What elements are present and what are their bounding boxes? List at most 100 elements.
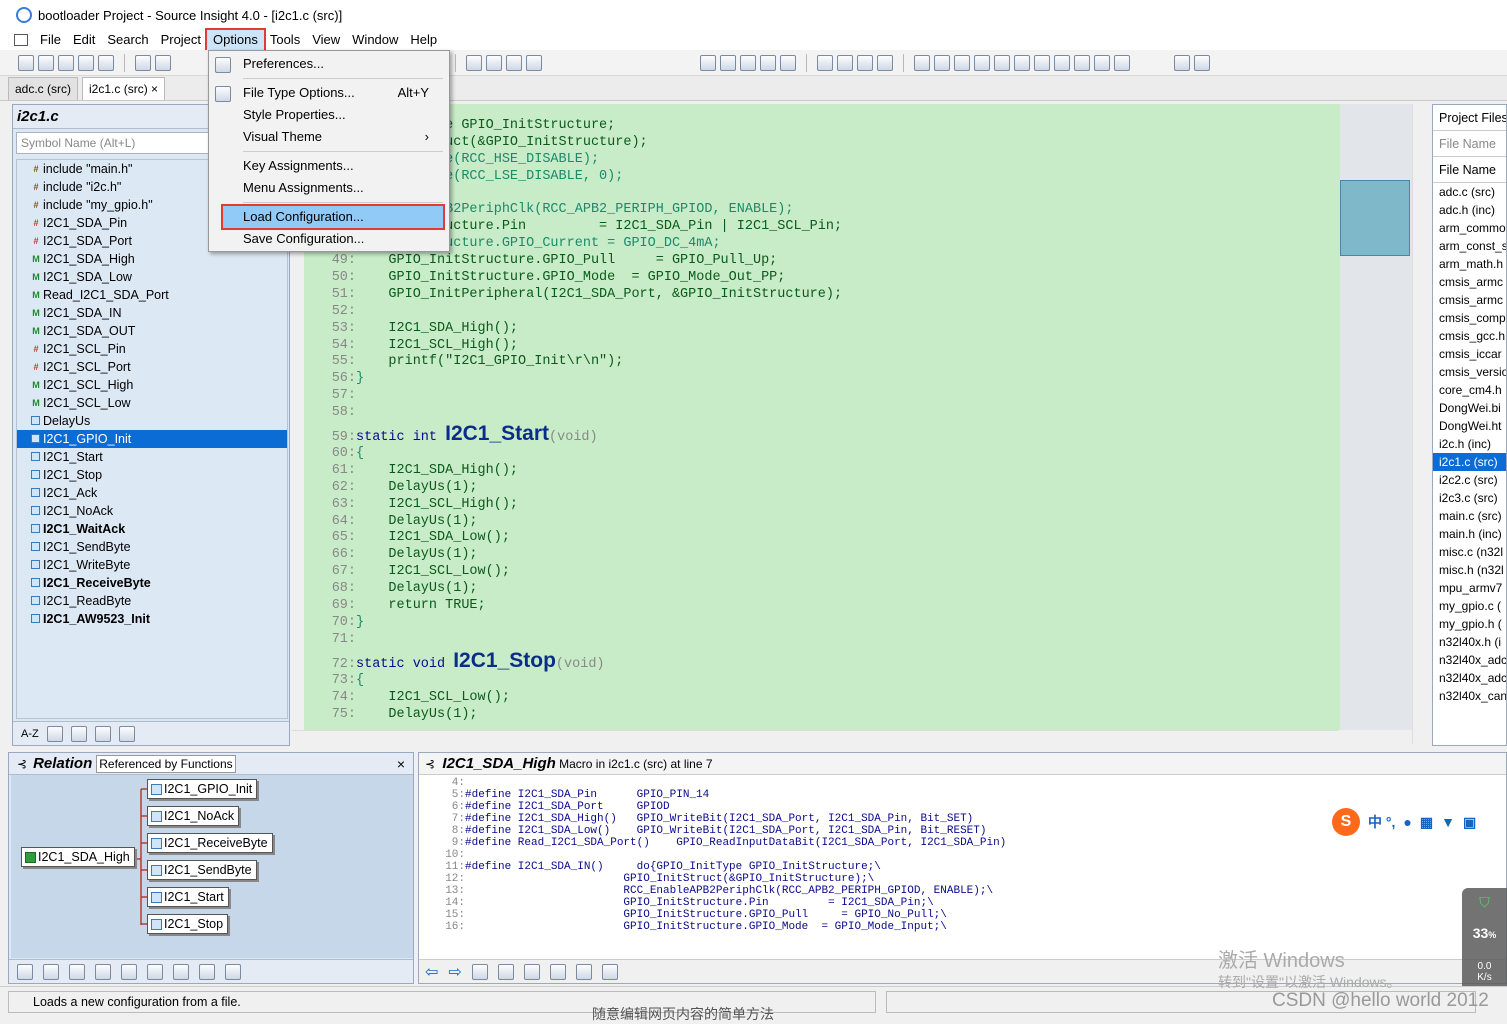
r-icon[interactable]	[780, 54, 796, 71]
symbol-item[interactable]: # I2C1_SCL_Pin	[17, 340, 287, 358]
tab-i2c1-c[interactable]: i2c1.c (src) ×	[82, 77, 166, 100]
file-list-item[interactable]: i2c3.c (src)	[1433, 489, 1506, 507]
relation-child-node[interactable]: I2C1_ReceiveByte	[147, 833, 273, 853]
menu-edit[interactable]: Edit	[67, 30, 101, 50]
zoom-icon[interactable]	[1174, 54, 1190, 71]
relation-mode-label[interactable]: Referenced by Functions	[96, 754, 236, 773]
file-list-item[interactable]: my_gpio.c (	[1433, 597, 1506, 615]
system-menu-icon[interactable]	[14, 34, 28, 46]
book-icon[interactable]	[740, 54, 756, 71]
gear-icon[interactable]	[225, 963, 241, 980]
file-list-item[interactable]: i2c2.c (src)	[1433, 471, 1506, 489]
book-icon[interactable]	[497, 963, 514, 980]
lookup-icon[interactable]	[700, 54, 716, 71]
relation-child-node[interactable]: I2C1_SendByte	[147, 860, 257, 880]
symbol-item[interactable]: M Read_I2C1_SDA_Port	[17, 286, 287, 304]
jump-icon[interactable]	[720, 54, 736, 71]
file-list-item[interactable]: main.c (src)	[1433, 507, 1506, 525]
file-list-item[interactable]: adc.c (src)	[1433, 183, 1506, 201]
bookmark-icon[interactable]	[466, 54, 482, 71]
microphone-icon[interactable]: ●	[1403, 814, 1411, 830]
refresh-icon[interactable]	[121, 963, 137, 980]
file-list-item[interactable]: i2c.h (inc)	[1433, 435, 1506, 453]
file-list-item[interactable]: cmsis_comp	[1433, 309, 1506, 327]
file-list-item[interactable]: arm_math.h	[1433, 255, 1506, 273]
tree-view-icon[interactable]	[70, 725, 87, 742]
copy-icon[interactable]	[155, 54, 171, 71]
editor-horizontal-scrollbar[interactable]	[292, 730, 1338, 746]
panel-p-icon[interactable]	[914, 54, 930, 71]
menu-item-file-type-options[interactable]: File Type Options... Alt+Y	[209, 82, 449, 104]
gear-icon[interactable]	[118, 725, 135, 742]
menu-file[interactable]: File	[34, 30, 67, 50]
shirt-icon[interactable]: ▼	[1441, 814, 1455, 830]
overview-minimap[interactable]	[1340, 104, 1412, 730]
jump-icon[interactable]	[43, 963, 59, 980]
file-search-input[interactable]: File Name	[1433, 131, 1506, 157]
ime-mode-label[interactable]: 中 °,	[1368, 812, 1395, 832]
back-arrow-icon[interactable]: ⇦	[425, 962, 438, 982]
lock-icon[interactable]	[95, 963, 111, 980]
gear-icon[interactable]	[601, 963, 618, 980]
file-list-item[interactable]: misc.h (n32l	[1433, 561, 1506, 579]
symbol-item[interactable]: I2C1_ReadByte	[17, 592, 287, 610]
symbol-item[interactable]: M I2C1_SDA_IN	[17, 304, 287, 322]
panel-web-icon[interactable]	[1054, 54, 1070, 71]
r-icon[interactable]	[69, 963, 85, 980]
cut-icon[interactable]	[135, 54, 151, 71]
symbol-item[interactable]: M I2C1_SDA_Low	[17, 268, 287, 286]
panel-search-icon[interactable]	[1034, 54, 1050, 71]
symbol-item[interactable]: I2C1_Ack	[17, 484, 287, 502]
file-list-item[interactable]: cmsis_armc	[1433, 291, 1506, 309]
lookup-icon[interactable]	[471, 963, 488, 980]
graph-horizontal-icon[interactable]	[173, 963, 189, 980]
book-icon[interactable]	[94, 725, 111, 742]
new-file-icon[interactable]	[18, 54, 34, 71]
menu-item-visual-theme[interactable]: Visual Theme ›	[209, 126, 449, 148]
file-list-item[interactable]: n32l40x.h (i	[1433, 633, 1506, 651]
file-list-item[interactable]: n32l40x_adc	[1433, 651, 1506, 669]
panel-grid-icon[interactable]	[1114, 54, 1130, 71]
sort-az-button[interactable]: A-Z	[21, 728, 39, 740]
file-list-item[interactable]: cmsis_iccar	[1433, 345, 1506, 363]
panel-context-icon[interactable]	[974, 54, 990, 71]
bookmark-list-icon[interactable]	[506, 54, 522, 71]
file-name-column-header[interactable]: File Name	[1433, 157, 1506, 183]
symbol-item[interactable]: I2C1_AW9523_Init	[17, 610, 287, 628]
layout-3-icon[interactable]	[857, 54, 873, 71]
symbol-item[interactable]: I2C1_WriteByte	[17, 556, 287, 574]
panel-clip-icon[interactable]	[1014, 54, 1030, 71]
graph-vertical-icon[interactable]	[199, 963, 215, 980]
symbol-item[interactable]: # I2C1_SCL_Port	[17, 358, 287, 376]
lookup-icon[interactable]	[17, 963, 33, 980]
symbol-item[interactable]: M I2C1_SDA_High	[17, 250, 287, 268]
symbol-item[interactable]: I2C1_WaitAck	[17, 520, 287, 538]
menu-help[interactable]: Help	[404, 30, 443, 50]
relation-child-node[interactable]: I2C1_NoAck	[147, 806, 240, 826]
save-all-icon[interactable]	[78, 54, 94, 71]
menu-view[interactable]: View	[306, 30, 346, 50]
more-icon[interactable]	[1194, 54, 1210, 71]
file-list-item[interactable]: DongWei.ht	[1433, 417, 1506, 435]
menu-options[interactable]: Options	[205, 28, 266, 52]
file-list-item[interactable]: cmsis_gcc.h	[1433, 327, 1506, 345]
file-list-item[interactable]: my_gpio.h (	[1433, 615, 1506, 633]
panel-relation-icon[interactable]	[954, 54, 970, 71]
references-icon[interactable]	[760, 54, 776, 71]
code-editor[interactable]: InitType GPIO_InitStructure; InitStruct(…	[304, 104, 1340, 730]
menu-item-load-configuration[interactable]: Load Configuration...	[221, 204, 445, 230]
panel-browse-icon[interactable]	[994, 54, 1010, 71]
layout-2-icon[interactable]	[837, 54, 853, 71]
bookmark-star-icon[interactable]	[526, 54, 542, 71]
file-list-item[interactable]: core_cm4.h	[1433, 381, 1506, 399]
file-list-item[interactable]: cmsis_versio	[1433, 363, 1506, 381]
open-file-icon[interactable]	[38, 54, 54, 71]
keyboard-icon[interactable]: ▦	[1420, 814, 1433, 831]
file-list-item[interactable]: misc.c (n32l	[1433, 543, 1506, 561]
list-view-icon[interactable]	[46, 725, 63, 742]
close-icon[interactable]: ×	[151, 82, 158, 96]
sogou-logo-icon[interactable]: S	[1332, 808, 1360, 836]
file-list-item[interactable]: DongWei.bi	[1433, 399, 1506, 417]
symbol-item[interactable]: I2C1_ReceiveByte	[17, 574, 287, 592]
file-list-item[interactable]: mpu_armv7	[1433, 579, 1506, 597]
